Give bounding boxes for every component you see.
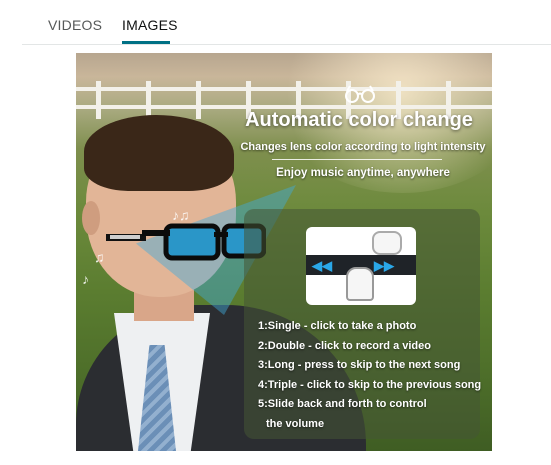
gesture-instructions: 1:Single - click to take a photo 2:Doubl… (258, 317, 482, 435)
hair (84, 115, 234, 191)
music-notes-icon: ♫ (94, 249, 105, 265)
text-divider (272, 159, 442, 160)
smart-glasses (106, 223, 266, 261)
fence-rail (76, 87, 492, 91)
instruction-item: 2:Double - click to record a video (258, 339, 431, 352)
arrow-left-icon: ◀◀ (312, 258, 332, 273)
glasses-icon (345, 85, 375, 103)
instruction-item: 3:Long - press to skip to the next song (258, 359, 461, 372)
arrow-right-icon: ▶▶ (374, 258, 394, 273)
promo-headline: Automatic color change (245, 109, 473, 131)
active-tab-indicator (122, 41, 170, 44)
tab-images[interactable]: IMAGES (122, 17, 178, 33)
hand-icon (372, 231, 402, 255)
promo-music-line: Enjoy music anytime, anywhere (276, 167, 450, 179)
ear (82, 201, 100, 235)
instruction-item: 1:Single - click to take a photo (258, 320, 417, 332)
tab-videos[interactable]: VIDEOS (48, 17, 102, 33)
music-notes-icon: ♪♫ (172, 207, 190, 223)
instructions-panel: ◀◀ ▶▶ 1:Single - click to take a photo 2… (244, 209, 482, 439)
touch-gesture-icon: ◀◀ ▶▶ (306, 227, 416, 305)
media-tabs: VIDEOS IMAGES (22, 0, 551, 45)
music-notes-icon: ♪ (82, 271, 89, 287)
instruction-item: 4:Triple - click to skip to the previous… (258, 378, 482, 391)
instruction-item: 5:Slide back and forth to control (258, 398, 427, 411)
instruction-item: the volume (266, 417, 325, 430)
finger-icon (346, 267, 374, 301)
product-image[interactable]: ♪♫ ♫ ♪ Automatic color change Changes le… (76, 53, 492, 451)
promo-subheadline: Changes lens color according to light in… (240, 141, 486, 153)
